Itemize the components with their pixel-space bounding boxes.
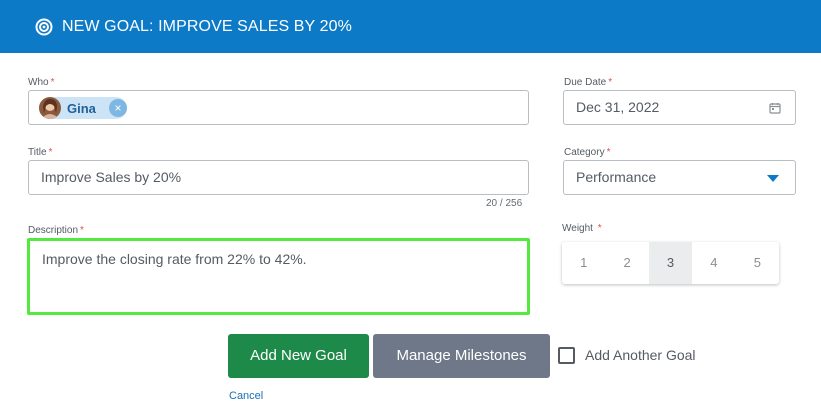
weight-option-1[interactable]: 1 <box>562 242 605 284</box>
target-icon <box>35 18 53 35</box>
avatar <box>39 97 61 119</box>
who-field[interactable]: Gina × <box>28 90 529 125</box>
category-select[interactable]: Performance <box>563 160 796 195</box>
due-date-value: Dec 31, 2022 <box>576 99 660 115</box>
title-label: Title * <box>28 147 53 158</box>
remove-chip-icon[interactable]: × <box>109 99 127 117</box>
description-textarea[interactable]: Improve the closing rate from 22% to 42%… <box>27 238 530 315</box>
weight-selector: 1 2 3 4 5 <box>562 242 779 284</box>
chevron-down-icon <box>767 175 779 182</box>
title-char-counter: 20 / 256 <box>486 198 523 209</box>
weight-option-5[interactable]: 5 <box>736 242 779 284</box>
dialog-header: NEW GOAL: IMPROVE SALES BY 20% <box>0 0 821 53</box>
weight-option-2[interactable]: 2 <box>605 242 648 284</box>
description-label: Description * <box>28 225 84 236</box>
who-label: Who * <box>28 77 55 88</box>
title-input[interactable]: Improve Sales by 20% <box>28 160 529 195</box>
calendar-icon[interactable] <box>769 102 781 114</box>
due-date-field[interactable]: Dec 31, 2022 <box>563 90 796 125</box>
weight-label: Weight * <box>562 223 602 234</box>
add-another-goal-checkbox[interactable] <box>558 347 575 364</box>
manage-milestones-button[interactable]: Manage Milestones <box>373 334 550 378</box>
category-value: Performance <box>576 169 657 185</box>
dialog-title: NEW GOAL: IMPROVE SALES BY 20% <box>62 17 352 35</box>
assignee-name: Gina <box>67 100 96 116</box>
category-label: Category * <box>564 147 611 158</box>
due-date-label: Due Date * <box>564 77 613 88</box>
weight-option-3[interactable]: 3 <box>648 242 693 284</box>
cancel-link[interactable]: Cancel <box>229 390 263 402</box>
add-another-goal-label[interactable]: Add Another Goal <box>585 347 696 363</box>
weight-option-4[interactable]: 4 <box>692 242 735 284</box>
add-new-goal-button[interactable]: Add New Goal <box>228 334 369 378</box>
assignee-chip: Gina × <box>39 97 127 119</box>
title-value: Improve Sales by 20% <box>41 169 182 185</box>
description-value: Improve the closing rate from 22% to 42%… <box>42 251 307 267</box>
